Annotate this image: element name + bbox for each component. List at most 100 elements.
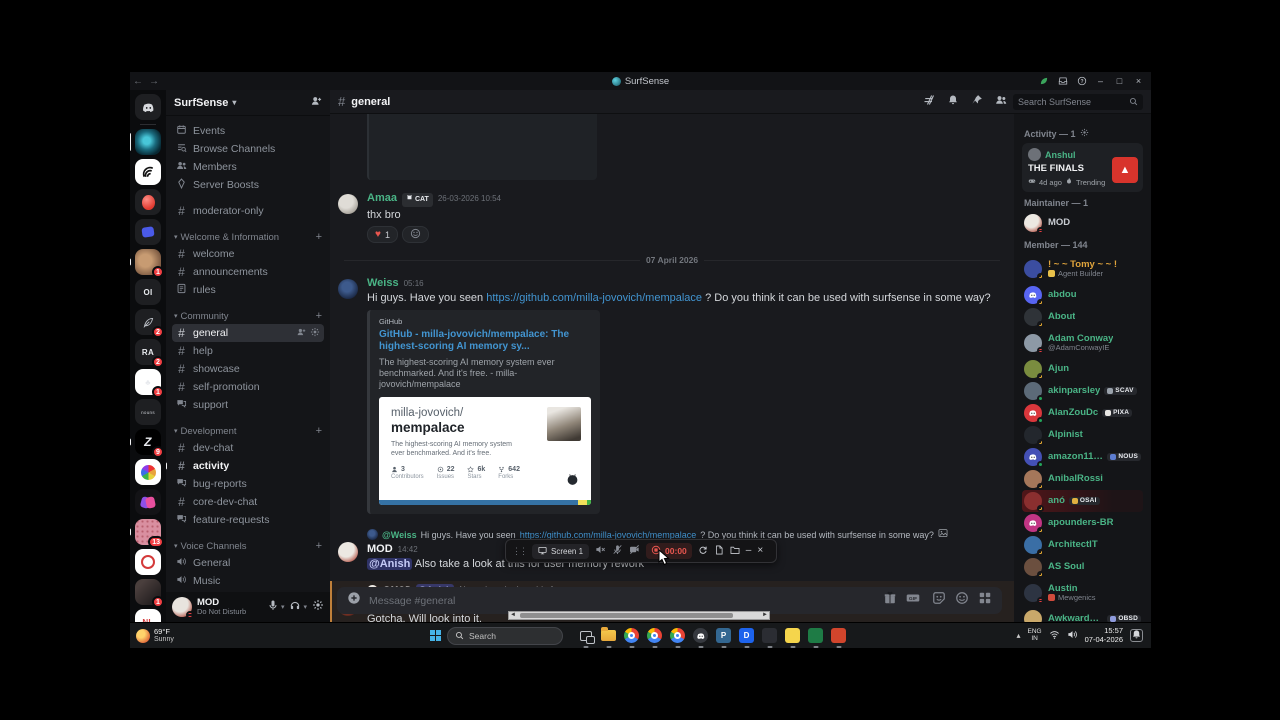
scroll-left-arrow[interactable]: ◄ — [509, 612, 517, 619]
member-list-icon[interactable] — [995, 93, 1007, 111]
channel-bug-reports[interactable]: bug-reports — [172, 475, 324, 493]
message-input[interactable] — [369, 595, 875, 607]
taskbar-search[interactable] — [447, 627, 563, 645]
discord-icon[interactable] — [692, 627, 709, 644]
member-row-awkwardsandwi-[interactable]: AwkwardSandwi...OBSD — [1022, 608, 1143, 622]
headphones-icon[interactable] — [289, 598, 301, 616]
wifi-icon[interactable] — [1049, 627, 1060, 645]
server-nouns[interactable]: nouns — [135, 399, 161, 425]
file-explorer-icon[interactable] — [600, 627, 617, 644]
channel-settings-icon[interactable] — [310, 327, 320, 340]
apps-grid-icon[interactable] — [978, 591, 992, 610]
server-arcs[interactable] — [135, 159, 161, 185]
mention-pill[interactable]: @Anish — [367, 558, 412, 570]
spreadsheet-app-icon[interactable] — [807, 627, 824, 644]
attachment-cutoff[interactable] — [367, 114, 597, 180]
emoji-icon[interactable] — [955, 591, 969, 610]
member-row-alanzoudc[interactable]: AlanZouDcPIXA — [1022, 402, 1143, 424]
postgres-icon[interactable]: P — [715, 627, 732, 644]
maximize-button[interactable]: □ — [1111, 74, 1128, 88]
channel-support[interactable]: support — [172, 396, 324, 414]
channel-moderator-only[interactable]: #moderator-only — [172, 202, 324, 220]
category-community[interactable]: ▾Community+ — [172, 308, 324, 324]
member-row-anibalrossi[interactable]: AnibalRossi — [1022, 468, 1143, 490]
weather-widget[interactable]: 69°F Sunny — [130, 628, 430, 643]
history-back-button[interactable]: ← — [130, 76, 146, 87]
leaf-plugin-icon[interactable] — [1035, 74, 1052, 88]
github-repo-card[interactable]: milla-jovovich/ mempalace The highest-sc… — [379, 397, 591, 505]
speaker-mute-icon[interactable] — [595, 542, 606, 560]
github-link[interactable]: https://github.com/milla-jovovich/mempal… — [486, 292, 702, 304]
server-rainbow[interactable] — [135, 459, 161, 485]
discord-home-button[interactable] — [135, 94, 161, 120]
sidebar-item-browse-channels[interactable]: Browse Channels — [172, 140, 324, 158]
member-row-adam-conway[interactable]: Adam Conway@AdamConwayIE — [1022, 328, 1143, 358]
channel-general[interactable]: #general — [172, 324, 324, 342]
category-welcome-information[interactable]: ▾Welcome & Information+ — [172, 229, 324, 245]
add-reaction-button[interactable] — [402, 226, 429, 243]
sticky-notes-icon[interactable] — [784, 627, 801, 644]
server-balloon[interactable] — [135, 189, 161, 215]
server-hamster[interactable]: 1 — [135, 249, 161, 275]
server-photo[interactable]: 1 — [135, 579, 161, 605]
member-row-ajun[interactable]: Ajun — [1022, 358, 1143, 380]
message-author[interactable]: Weiss — [367, 277, 399, 289]
channel-music[interactable]: Music — [172, 572, 324, 590]
reply-mention[interactable]: @Weiss — [382, 529, 417, 541]
mic-icon[interactable] — [267, 598, 279, 616]
channel-help[interactable]: #help — [172, 342, 324, 360]
notifications-tray-icon[interactable] — [1130, 629, 1143, 642]
help-icon[interactable]: ? — [1073, 74, 1090, 88]
server-ra[interactable]: RA2 — [135, 339, 161, 365]
avatar[interactable] — [338, 194, 358, 214]
channel-general[interactable]: General — [172, 554, 324, 572]
server-z[interactable]: Z9 — [135, 429, 161, 455]
member-row-abdou[interactable]: abdou — [1022, 284, 1143, 306]
scrollbar-thumb[interactable] — [520, 613, 733, 618]
message-author[interactable]: Amaa — [367, 192, 397, 204]
member-row-akinparsley[interactable]: akinparsleySCAV — [1022, 380, 1143, 402]
channel-activity[interactable]: #activity — [172, 457, 324, 475]
folder-icon[interactable] — [730, 542, 740, 560]
chrome-icon-3[interactable] — [669, 627, 686, 644]
activity-card[interactable]: Anshul THE FINALS 4d ago Trending ▲ — [1022, 143, 1143, 192]
avatar[interactable] — [338, 279, 358, 299]
create-channel-icon[interactable]: + — [316, 540, 322, 552]
channel-rules[interactable]: rules — [172, 281, 324, 299]
search-input[interactable] — [1018, 97, 1125, 107]
settings-gear-icon[interactable] — [1080, 128, 1089, 139]
volume-icon[interactable] — [1067, 627, 1078, 645]
dark-app-icon[interactable] — [761, 627, 778, 644]
avatar[interactable] — [338, 542, 358, 562]
member-row-as-soul[interactable]: AS Soul — [1022, 556, 1143, 578]
member-row-maintainer[interactable]: MOD — [1022, 212, 1143, 234]
gif-icon[interactable]: GIF — [906, 591, 923, 610]
embed-title-link[interactable]: GitHub - milla-jovovich/mempalace: The h… — [379, 329, 591, 353]
member-row-about[interactable]: About — [1022, 306, 1143, 328]
blue-app-icon[interactable]: D — [738, 627, 755, 644]
tray-chevron-up-icon[interactable]: ▴ — [1017, 631, 1021, 640]
invite-people-icon[interactable] — [296, 327, 306, 340]
channel-announcements[interactable]: #announcements — [172, 263, 324, 281]
category-development[interactable]: ▾Development+ — [172, 423, 324, 439]
mic-mute-icon[interactable] — [612, 542, 623, 560]
sidebar-item-members[interactable]: Members — [172, 158, 324, 176]
message-author[interactable]: MOD — [367, 543, 393, 555]
minimize-button[interactable]: – — [1092, 74, 1109, 88]
channel-welcome[interactable]: #welcome — [172, 245, 324, 263]
invite-people-icon[interactable] — [310, 95, 322, 110]
history-forward-button[interactable]: → — [146, 76, 162, 87]
create-channel-icon[interactable]: + — [316, 310, 322, 322]
channel-feature-requests[interactable]: feature-requests — [172, 511, 324, 529]
threads-icon[interactable] — [923, 93, 935, 111]
sidebar-item-server-boosts[interactable]: Server Boosts — [172, 176, 324, 194]
drag-handle[interactable]: ⋮⋮ — [512, 546, 526, 557]
task-view-icon[interactable] — [577, 627, 594, 644]
gift-icon[interactable] — [883, 591, 897, 610]
create-channel-icon[interactable]: + — [316, 231, 322, 243]
scroll-right-arrow[interactable]: ► — [761, 612, 769, 619]
screen-select-button[interactable]: Screen 1 — [532, 544, 589, 559]
chevron-down-icon[interactable]: ▾ — [281, 603, 285, 611]
horizontal-scrollbar[interactable]: ◄ ► — [508, 611, 770, 620]
member-row--tomy-[interactable]: ! ~ ~ Tomy ~ ~ !Agent Builder — [1022, 254, 1143, 284]
